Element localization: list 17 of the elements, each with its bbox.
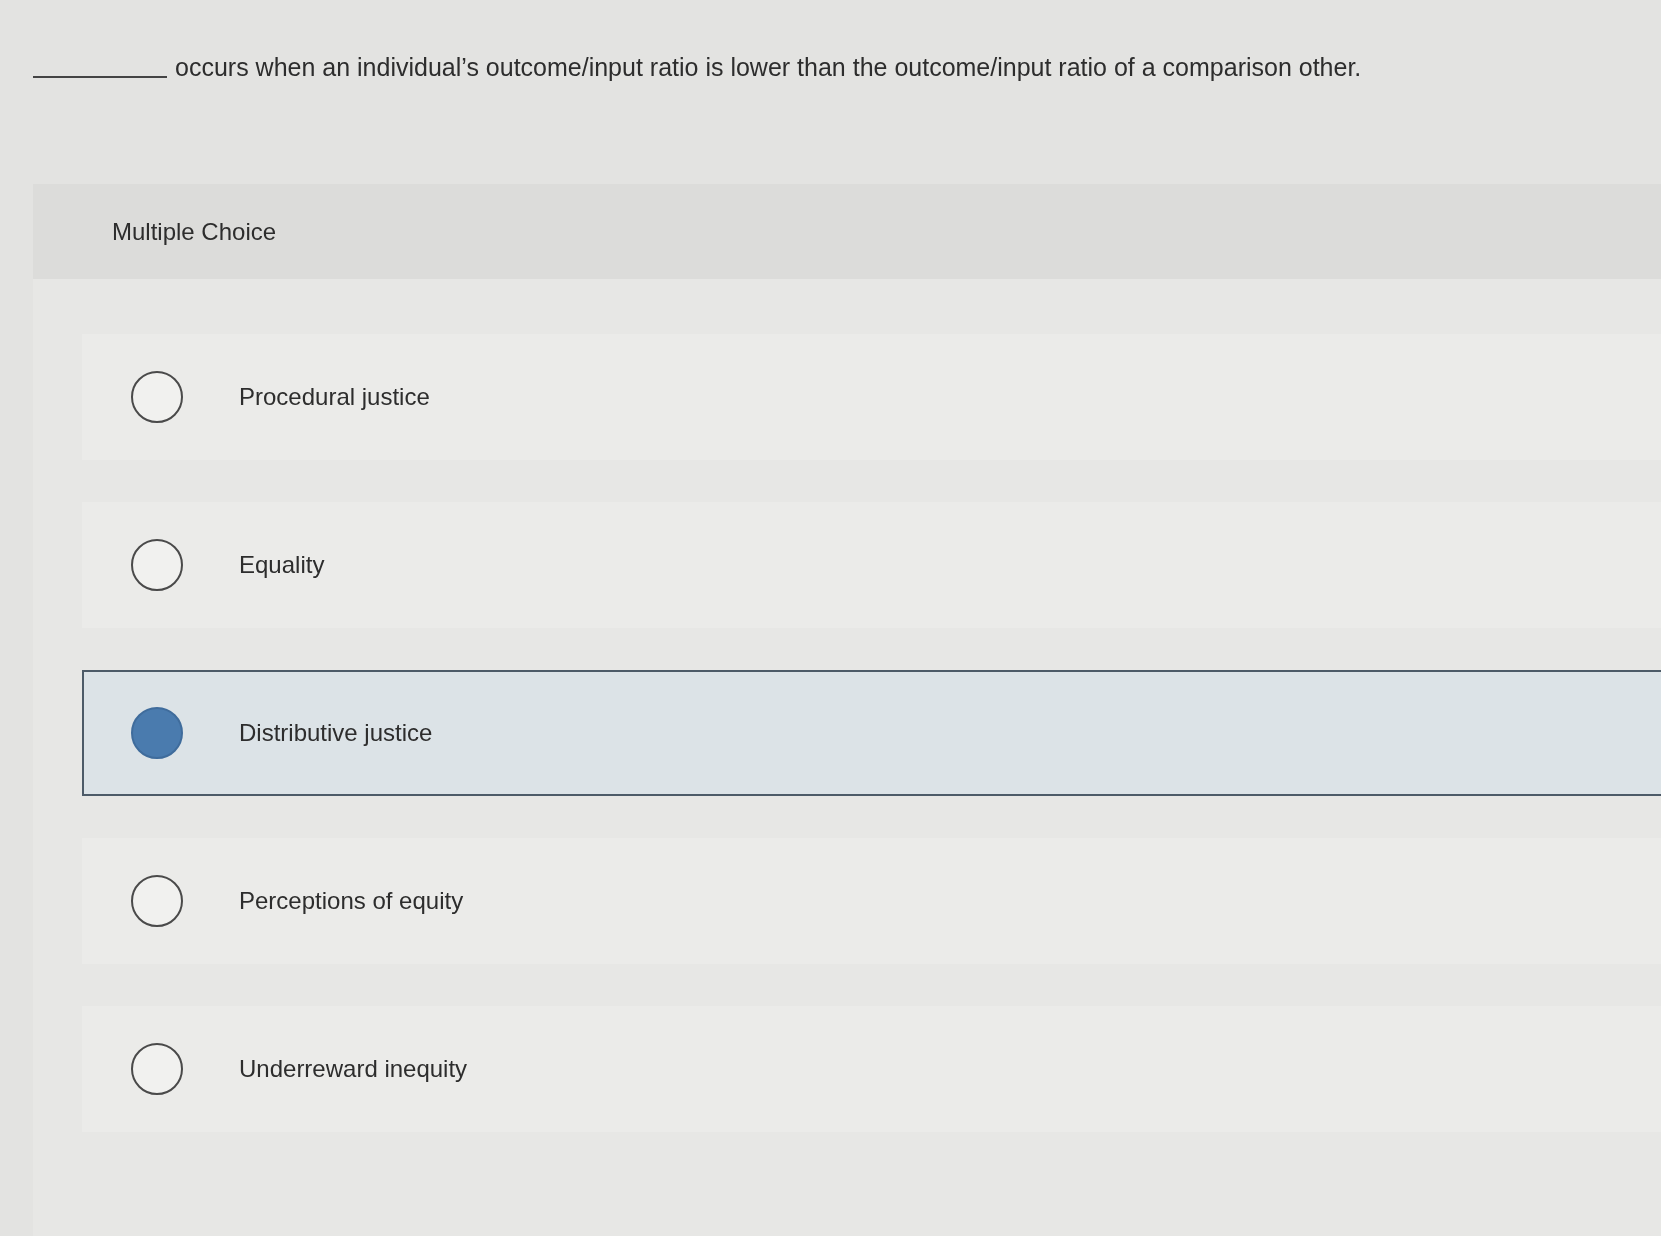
- answer-option[interactable]: Procedural justice: [82, 334, 1661, 460]
- question-type-label: Multiple Choice: [112, 216, 277, 247]
- option-label: Perceptions of equity: [239, 886, 464, 916]
- answer-option[interactable]: Underreward inequity: [82, 1006, 1661, 1132]
- option-label: Equality: [239, 550, 325, 580]
- radio-button-icon[interactable]: [131, 707, 183, 759]
- option-label: Procedural justice: [239, 382, 430, 412]
- radio-button-icon[interactable]: [131, 1043, 183, 1095]
- question-text: occurs when an individual’s outcome/input ratio is lower than the outcome/input ratio of a comparison other.: [175, 52, 1362, 83]
- option-label: Distributive justice: [239, 718, 433, 748]
- option-label: Underreward inequity: [239, 1054, 468, 1084]
- answer-option[interactable]: Perceptions of equity: [82, 838, 1661, 964]
- answer-option[interactable]: Equality: [82, 502, 1661, 628]
- answer-option[interactable]: Distributive justice: [82, 670, 1661, 796]
- radio-button-icon[interactable]: [131, 539, 183, 591]
- radio-button-icon[interactable]: [131, 371, 183, 423]
- radio-button-icon[interactable]: [131, 875, 183, 927]
